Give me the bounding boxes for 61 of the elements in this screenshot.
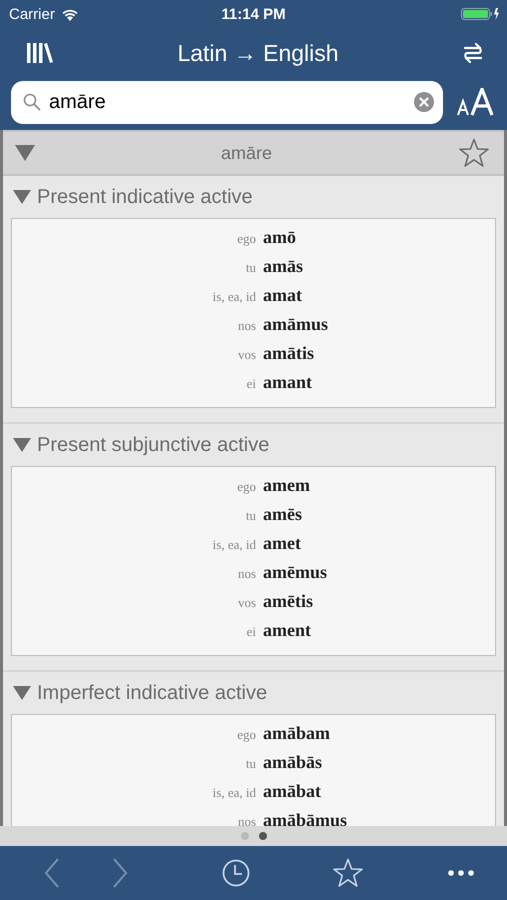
pronoun-label: is, ea, id [212, 785, 256, 801]
pronoun-label: vos [238, 347, 256, 363]
section-header[interactable]: Present subjunctive active [3, 424, 504, 466]
text-size-icon[interactable] [457, 88, 495, 116]
verb-form: amās [263, 256, 303, 277]
pronoun-label: tu [246, 508, 256, 524]
swap-icon[interactable] [463, 42, 483, 64]
disclosure-triangle-icon[interactable] [13, 190, 31, 204]
verb-form: ament [263, 620, 311, 641]
pronoun-label: ei [246, 624, 256, 640]
verb-form: amem [263, 475, 310, 496]
verb-form: amō [263, 227, 296, 248]
section-title: Present subjunctive active [37, 434, 270, 456]
section-header[interactable]: Imperfect indicative active [3, 672, 504, 714]
section-title: Present indicative active [37, 186, 253, 208]
search-field[interactable]: amāre [49, 90, 406, 114]
pronoun-label: tu [246, 260, 256, 276]
verb-form: amābam [263, 723, 330, 744]
pronoun-label: nos [238, 318, 256, 334]
verb-form: amābat [263, 781, 321, 802]
verb-form: amāmus [263, 314, 328, 335]
verb-form: amētis [263, 591, 313, 612]
wifi-icon [60, 8, 79, 20]
entry-header[interactable]: amāre [3, 130, 504, 176]
verb-form: amābāmus [263, 810, 348, 826]
pronoun-label: ei [246, 376, 256, 392]
entry-word: amāre [220, 142, 272, 164]
verb-form: amātis [263, 343, 314, 364]
history-clock-icon[interactable] [222, 859, 250, 887]
pronoun-label: ego [237, 231, 256, 247]
clear-icon[interactable] [414, 92, 434, 112]
pronoun-label: tu [246, 756, 256, 772]
verb-form: amēmus [263, 562, 327, 583]
page-dot[interactable] [258, 832, 266, 840]
more-icon[interactable] [448, 870, 474, 876]
section-title: Imperfect indicative active [37, 682, 268, 704]
pronoun-label: is, ea, id [212, 537, 256, 553]
verb-form: amant [263, 372, 312, 393]
clock-time: 11:14 PM [221, 6, 286, 22]
search-icon [23, 93, 41, 111]
section-header[interactable]: Present indicative active [3, 176, 504, 218]
verb-form: amābās [263, 752, 322, 773]
verb-form: amat [263, 285, 302, 306]
disclosure-triangle-icon[interactable] [15, 145, 35, 161]
library-icon[interactable] [27, 42, 53, 64]
pronoun-label: ego [237, 479, 256, 495]
verb-form: amēs [263, 504, 302, 525]
carrier-label: Carrier [9, 6, 55, 22]
pronoun-label: is, ea, id [212, 289, 256, 305]
pronoun-label: vos [238, 595, 256, 611]
pronoun-label: nos [238, 814, 256, 826]
star-icon[interactable] [458, 138, 490, 168]
page-dot[interactable] [240, 832, 248, 840]
battery-icon [461, 7, 501, 21]
disclosure-triangle-icon[interactable] [13, 438, 31, 452]
search-bar[interactable]: amāre [11, 80, 443, 124]
nav-title: Latin → English [177, 40, 339, 66]
pronoun-label: ego [237, 727, 256, 743]
pronoun-label: nos [238, 566, 256, 582]
disclosure-triangle-icon[interactable] [13, 686, 31, 700]
verb-form: amet [263, 533, 301, 554]
